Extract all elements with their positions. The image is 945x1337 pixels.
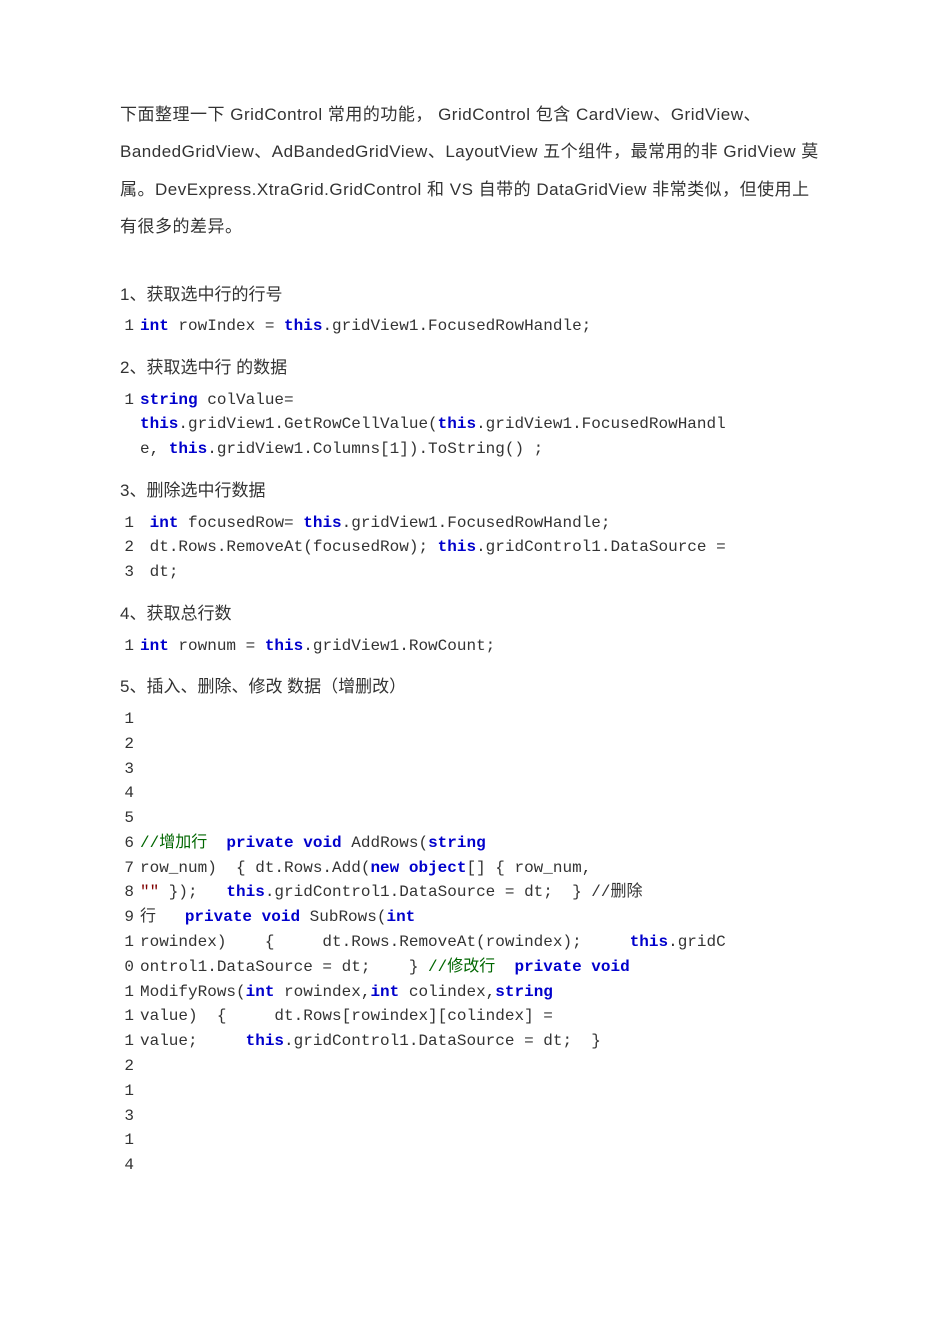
line-number: 1 <box>120 511 134 536</box>
code-line: this.gridView1.GetRowCellValue(this.grid… <box>120 412 825 437</box>
code-block-5: 1 2 3 4 5 6 //增加行 private void AddRows(s… <box>120 707 825 1178</box>
line-number: 1 <box>120 1128 134 1153</box>
code-block-3: 1 int focusedRow= this.gridView1.Focused… <box>120 511 825 585</box>
document-page: 下面整理一下 GridControl 常用的功能， GridControl 包含… <box>0 0 945 1337</box>
code-line: 3 <box>120 1104 825 1129</box>
code-line: 1 ModifyRows(int rowindex,int colindex,s… <box>120 980 825 1005</box>
section-5-title: 5、插入、删除、修改 数据（增删改） <box>120 672 825 703</box>
code-text: 行 private void SubRows(int <box>140 905 415 930</box>
line-number: 9 <box>120 905 134 930</box>
line-number: 4 <box>120 781 134 806</box>
code-text <box>140 1153 150 1178</box>
code-text <box>140 1054 150 1079</box>
section-3-title: 3、删除选中行数据 <box>120 476 825 507</box>
code-text: string colValue= <box>140 388 294 413</box>
line-number: 1 <box>120 980 134 1005</box>
code-text <box>140 806 150 831</box>
code-line: 1 <box>120 707 825 732</box>
code-text: int focusedRow= this.gridView1.FocusedRo… <box>140 511 611 536</box>
line-number: 1 <box>120 707 134 732</box>
code-block-2: 1 string colValue= this.gridView1.GetRow… <box>120 388 825 462</box>
code-line: 0 ontrol1.DataSource = dt; } //修改行 priva… <box>120 955 825 980</box>
line-number: 1 <box>120 388 134 413</box>
code-text <box>140 707 150 732</box>
code-line: 7 row_num) { dt.Rows.Add(new object[] { … <box>120 856 825 881</box>
code-text: int rowIndex = this.gridView1.FocusedRow… <box>140 314 591 339</box>
line-number: 3 <box>120 757 134 782</box>
line-number: 1 <box>120 634 134 659</box>
code-text: dt; <box>140 560 178 585</box>
line-number: 1 <box>120 1079 134 1104</box>
code-text: "" }); this.gridControl1.DataSource = dt… <box>140 880 643 905</box>
code-line: 1 <box>120 1128 825 1153</box>
line-number: 1 <box>120 1029 134 1054</box>
code-line: e, this.gridView1.Columns[1]).ToString()… <box>120 437 825 462</box>
code-text <box>140 757 150 782</box>
code-line: 1 int focusedRow= this.gridView1.Focused… <box>120 511 825 536</box>
line-number: 1 <box>120 1004 134 1029</box>
line-number: 1 <box>120 930 134 955</box>
line-number <box>120 412 134 437</box>
code-text: this.gridView1.GetRowCellValue(this.grid… <box>140 412 726 437</box>
code-line: 1 string colValue= <box>120 388 825 413</box>
code-line: 5 <box>120 806 825 831</box>
section-2-title: 2、获取选中行 的数据 <box>120 353 825 384</box>
code-line: 3 dt; <box>120 560 825 585</box>
code-line: 1 value) { dt.Rows[rowindex][colindex] = <box>120 1004 825 1029</box>
code-line: 4 <box>120 781 825 806</box>
line-number: 2 <box>120 1054 134 1079</box>
code-text: rowindex) { dt.Rows.RemoveAt(rowindex); … <box>140 930 726 955</box>
code-line: 8 "" }); this.gridControl1.DataSource = … <box>120 880 825 905</box>
line-number: 3 <box>120 560 134 585</box>
code-line: 2 dt.Rows.RemoveAt(focusedRow); this.gri… <box>120 535 825 560</box>
code-text: e, this.gridView1.Columns[1]).ToString()… <box>140 437 543 462</box>
line-number: 7 <box>120 856 134 881</box>
code-line: 4 <box>120 1153 825 1178</box>
line-number: 1 <box>120 314 134 339</box>
code-line: 1 int rowIndex = this.gridView1.FocusedR… <box>120 314 825 339</box>
code-line: 1 <box>120 1079 825 1104</box>
line-number: 4 <box>120 1153 134 1178</box>
code-text: ModifyRows(int rowindex,int colindex,str… <box>140 980 553 1005</box>
line-number: 2 <box>120 535 134 560</box>
code-block-1: 1 int rowIndex = this.gridView1.FocusedR… <box>120 314 825 339</box>
code-text: //增加行 private void AddRows(string <box>140 831 486 856</box>
code-block-4: 1 int rownum = this.gridView1.RowCount; <box>120 634 825 659</box>
code-text: int rownum = this.gridView1.RowCount; <box>140 634 495 659</box>
section-1-title: 1、获取选中行的行号 <box>120 280 825 311</box>
code-text: value) { dt.Rows[rowindex][colindex] = <box>140 1004 553 1029</box>
code-line: 1 int rownum = this.gridView1.RowCount; <box>120 634 825 659</box>
line-number: 8 <box>120 880 134 905</box>
code-text: value; this.gridControl1.DataSource = dt… <box>140 1029 601 1054</box>
code-text <box>140 1128 150 1153</box>
code-line: 1 rowindex) { dt.Rows.RemoveAt(rowindex)… <box>120 930 825 955</box>
code-text <box>140 732 150 757</box>
code-line: 2 <box>120 732 825 757</box>
code-line: 3 <box>120 757 825 782</box>
code-text <box>140 1104 150 1129</box>
code-text: ontrol1.DataSource = dt; } //修改行 private… <box>140 955 630 980</box>
code-text <box>140 781 150 806</box>
code-text <box>140 1079 150 1104</box>
line-number <box>120 437 134 462</box>
code-line: 6 //增加行 private void AddRows(string <box>120 831 825 856</box>
code-text: dt.Rows.RemoveAt(focusedRow); this.gridC… <box>140 535 726 560</box>
line-number: 6 <box>120 831 134 856</box>
section-4-title: 4、获取总行数 <box>120 599 825 630</box>
code-text: row_num) { dt.Rows.Add(new object[] { ro… <box>140 856 591 881</box>
line-number: 0 <box>120 955 134 980</box>
intro-paragraph: 下面整理一下 GridControl 常用的功能， GridControl 包含… <box>120 96 825 246</box>
line-number: 5 <box>120 806 134 831</box>
code-line: 9 行 private void SubRows(int <box>120 905 825 930</box>
code-line: 2 <box>120 1054 825 1079</box>
line-number: 3 <box>120 1104 134 1129</box>
code-line: 1 value; this.gridControl1.DataSource = … <box>120 1029 825 1054</box>
line-number: 2 <box>120 732 134 757</box>
